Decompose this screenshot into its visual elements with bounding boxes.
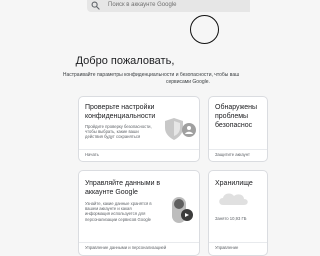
card-description-line: персонализации сервисов Google xyxy=(85,216,151,222)
manage-storage-link[interactable]: Управление xyxy=(215,245,238,251)
card-description: Узнайте, какие данные хранятся в вашем а… xyxy=(85,201,160,222)
card-divider xyxy=(209,149,267,150)
data-personalization-card[interactable]: Управляйте данными в аккаунте Google Узн… xyxy=(78,170,200,256)
card-description-line: действия будут сохраняться xyxy=(85,134,141,140)
card-title-line: Проверьте настройки xyxy=(85,104,155,111)
header: Поиск в аккаунте Google xyxy=(0,0,250,16)
avatar[interactable] xyxy=(190,15,219,44)
secure-account-link[interactable]: Защитите аккаунт xyxy=(215,152,250,158)
card-description: Пройдите проверку безопасности, чтобы вы… xyxy=(85,124,155,140)
card-title-line: безопаснос xyxy=(215,122,253,129)
card-title-line: конфиденциальности xyxy=(85,113,156,120)
page-title: Добро пожаловать, xyxy=(75,55,175,67)
search-bar[interactable]: Поиск в аккаунте Google xyxy=(87,0,250,12)
intro-line-2: сервисами Google. xyxy=(166,79,210,85)
card-title: Хранилище xyxy=(215,180,253,187)
start-checkup-link[interactable]: Начать xyxy=(85,152,99,158)
shield-icon xyxy=(165,118,196,140)
cloud-icon xyxy=(219,193,248,205)
intro-text: Настраивайте параметры конфиденциальност… xyxy=(52,72,250,86)
search-input[interactable]: Поиск в аккаунте Google xyxy=(108,1,176,10)
card-divider xyxy=(209,242,267,243)
card-title: Управляйте данными в аккаунте Google xyxy=(85,179,160,197)
data-toggle-icon xyxy=(172,197,193,223)
privacy-checkup-card[interactable]: Проверьте настройки конфиденциальности П… xyxy=(78,96,200,162)
storage-usage: Занято 10,93 ГБ xyxy=(215,216,247,221)
card-title: Обнаружены проблемы безопаснос xyxy=(215,103,257,130)
security-issues-card[interactable]: Обнаружены проблемы безопаснос Защитите … xyxy=(208,96,268,162)
manage-data-link[interactable]: Управление данными и персонализацией xyxy=(85,245,166,251)
card-title-line: Управляйте данными в xyxy=(85,180,161,187)
card-divider xyxy=(79,149,199,150)
card-divider xyxy=(79,242,199,243)
intro-line-1: Настраивайте параметры конфиденциальност… xyxy=(62,72,240,78)
card-title-line: аккаунте Google xyxy=(85,189,138,196)
search-icon[interactable] xyxy=(91,1,100,10)
card-title: Проверьте настройки конфиденциальности xyxy=(85,103,155,121)
storage-card[interactable]: Хранилище Занято 10,93 ГБ Управление xyxy=(208,170,268,256)
card-title-line: Обнаружены xyxy=(215,104,258,111)
card-title-line: проблемы xyxy=(215,113,249,120)
